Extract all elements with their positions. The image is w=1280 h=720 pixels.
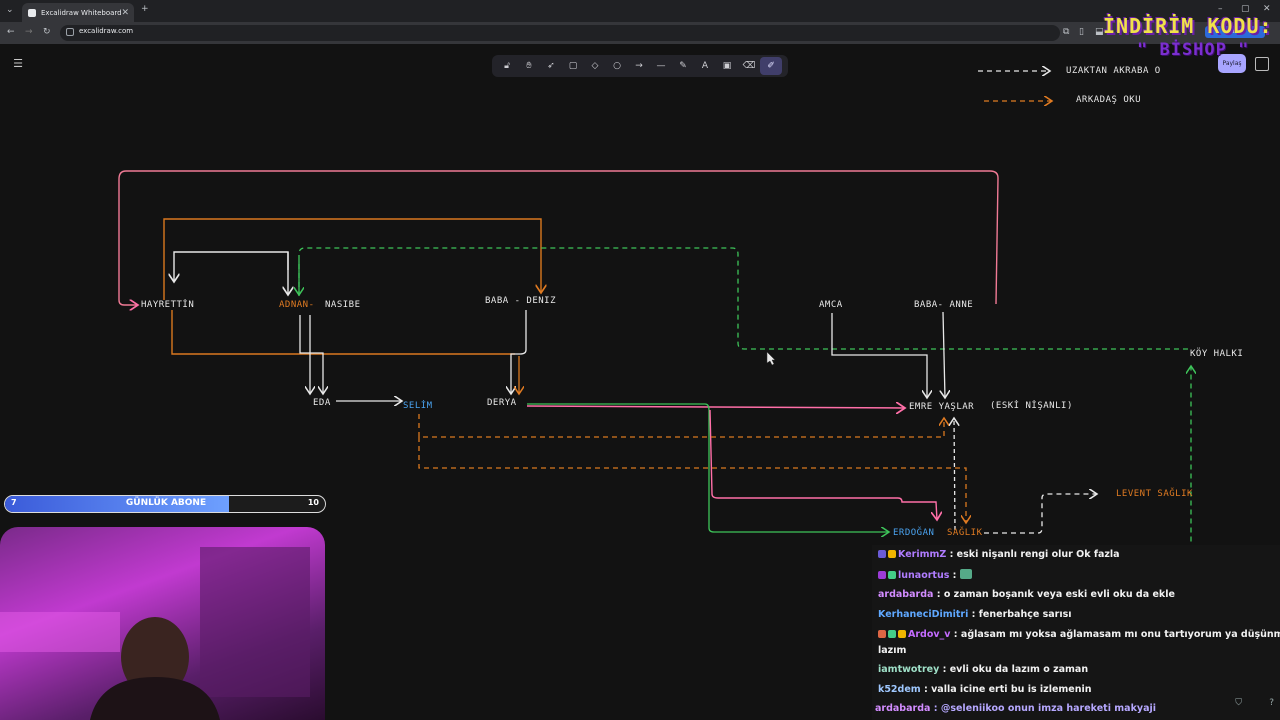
stream-chat: KerimmZ : eski nişanlı rengi olur Ok faz… — [872, 545, 1280, 720]
streamer-silhouette — [0, 547, 310, 720]
badge-icon — [888, 550, 896, 558]
address-bar: ← → ↻ excalidraw.com ⧉ ▯ ⬓ — [0, 22, 1280, 44]
chat-message: Ardov_v : ağlasam mı yoksa ağlamasam mı … — [878, 629, 1280, 640]
legend-arkadas-oku[interactable]: ARKADAŞ OKU — [1076, 95, 1141, 105]
line-icon[interactable]: — — [650, 57, 672, 75]
minimize-icon[interactable]: – — [1218, 4, 1223, 14]
browser-tab-bar: ⌄ Excalidraw Whiteboard ✕ + – ▢ ✕ — [0, 0, 1280, 22]
help-icon[interactable]: ? — [1269, 698, 1274, 708]
pencil-icon[interactable]: ✎ — [672, 57, 694, 75]
subscriber-label: GÜNLÜK ABONE — [125, 498, 207, 508]
chat-message: ardabarda : o zaman boşanık veya eski ev… — [878, 589, 1175, 600]
excalidraw-toolbar: 🔓︎ ✋︎ ➶ ▢ ◇ ○ → — ✎ A ▣ ⌫ ✐ — [492, 55, 788, 77]
laser-icon[interactable]: ✐ — [760, 57, 782, 75]
badge-icon — [888, 630, 896, 638]
node-hayrettin[interactable]: HAYRETTİN — [141, 300, 194, 310]
node-nasibe[interactable]: NASIBE — [325, 300, 361, 310]
badge-icon — [878, 550, 886, 558]
chat-message-continuation: lazım — [878, 645, 907, 656]
tab-list-icon[interactable]: ⌄ — [6, 5, 14, 15]
site-info-icon[interactable] — [66, 28, 74, 36]
url-input[interactable]: excalidraw.com — [60, 25, 1060, 41]
node-eda[interactable]: EDA — [313, 398, 331, 408]
eraser-icon[interactable]: ⌫ — [738, 57, 760, 75]
webcam-feed — [0, 527, 325, 720]
url-text: excalidraw.com — [79, 27, 134, 35]
node-eski-nisanli[interactable]: (ESKİ NİŞANLI) — [990, 401, 1073, 411]
badge-icon — [878, 571, 886, 579]
close-tab-icon[interactable]: ✕ — [121, 8, 129, 18]
badge-icon — [898, 630, 906, 638]
text-icon[interactable]: A — [694, 57, 716, 75]
promo-code-value: " BİSHOP " — [1137, 40, 1250, 60]
back-icon[interactable]: ← — [7, 27, 15, 37]
node-levent-saglik[interactable]: LEVENT SAĞLIK — [1116, 489, 1193, 499]
node-adnan[interactable]: ADNAN- — [279, 300, 315, 310]
shield-icon[interactable]: ⛉ — [1235, 698, 1242, 708]
hand-icon[interactable]: ✋︎ — [518, 57, 540, 75]
close-window-icon[interactable]: ✕ — [1263, 4, 1271, 14]
document-icon[interactable]: ▯ — [1079, 27, 1084, 37]
forward-icon[interactable]: → — [25, 27, 33, 37]
node-koy-halki[interactable]: KÖY HALKI — [1190, 349, 1243, 359]
subscriber-goal: 10 — [307, 498, 319, 507]
maximize-icon[interactable]: ▢ — [1241, 4, 1250, 14]
node-baba-deniz[interactable]: BABA - DENIZ — [485, 296, 556, 306]
extension-icon[interactable]: ⧉ — [1063, 27, 1069, 37]
chat-message: KerhaneciDimitri : fenerbahçe sarısı — [878, 609, 1072, 620]
badge-icon — [878, 630, 886, 638]
browser-tab[interactable]: Excalidraw Whiteboard ✕ — [22, 3, 134, 22]
selection-icon[interactable]: ➶ — [540, 57, 562, 75]
chat-message: ardabarda : @seleniikoo onun imza hareke… — [875, 703, 1157, 714]
reload-icon[interactable]: ↻ — [43, 27, 51, 37]
new-tab-icon[interactable]: + — [141, 4, 149, 14]
node-selim[interactable]: SELİM — [403, 401, 433, 411]
diamond-icon[interactable]: ◇ — [584, 57, 606, 75]
node-emre-yaslar[interactable]: EMRE YAŞLAR — [909, 402, 974, 412]
main-menu-icon[interactable]: ☰ — [9, 56, 27, 72]
subscriber-goal-bar: 7 GÜNLÜK ABONE 10 — [4, 495, 326, 513]
legend-uzaktan-akraba[interactable]: UZAKTAN AKRABA O — [1066, 66, 1161, 76]
node-derya[interactable]: DERYA — [487, 398, 517, 408]
badge-icon — [888, 571, 896, 579]
ellipse-icon[interactable]: ○ — [606, 57, 628, 75]
chat-message: KerimmZ : eski nişanlı rengi olur Ok faz… — [878, 549, 1120, 560]
rectangle-icon[interactable]: ▢ — [562, 57, 584, 75]
chat-message: lunaortus : — [878, 569, 974, 581]
emote-icon — [959, 569, 972, 579]
promo-code-text: İNDİRİM KODU: — [1103, 14, 1273, 38]
node-erdogan[interactable]: ERDOĞAN — [893, 528, 934, 538]
image-icon[interactable]: ▣ — [716, 57, 738, 75]
node-baba-anne[interactable]: BABA- ANNE — [914, 300, 973, 310]
tab-title: Excalidraw Whiteboard — [41, 8, 122, 17]
node-amca[interactable]: AMCA — [819, 300, 843, 310]
chat-message: k52dem : valla icine erti bu is izlemeni… — [878, 684, 1092, 695]
lock-icon[interactable]: 🔓︎ — [496, 57, 518, 75]
library-icon[interactable] — [1255, 57, 1269, 71]
node-saglik[interactable]: SAĞLIK — [947, 528, 983, 538]
excalidraw-favicon-icon — [28, 8, 36, 17]
arrow-icon[interactable]: → — [628, 57, 650, 75]
chat-message: iamtwotrey : evli oku da lazım o zaman — [878, 664, 1089, 675]
